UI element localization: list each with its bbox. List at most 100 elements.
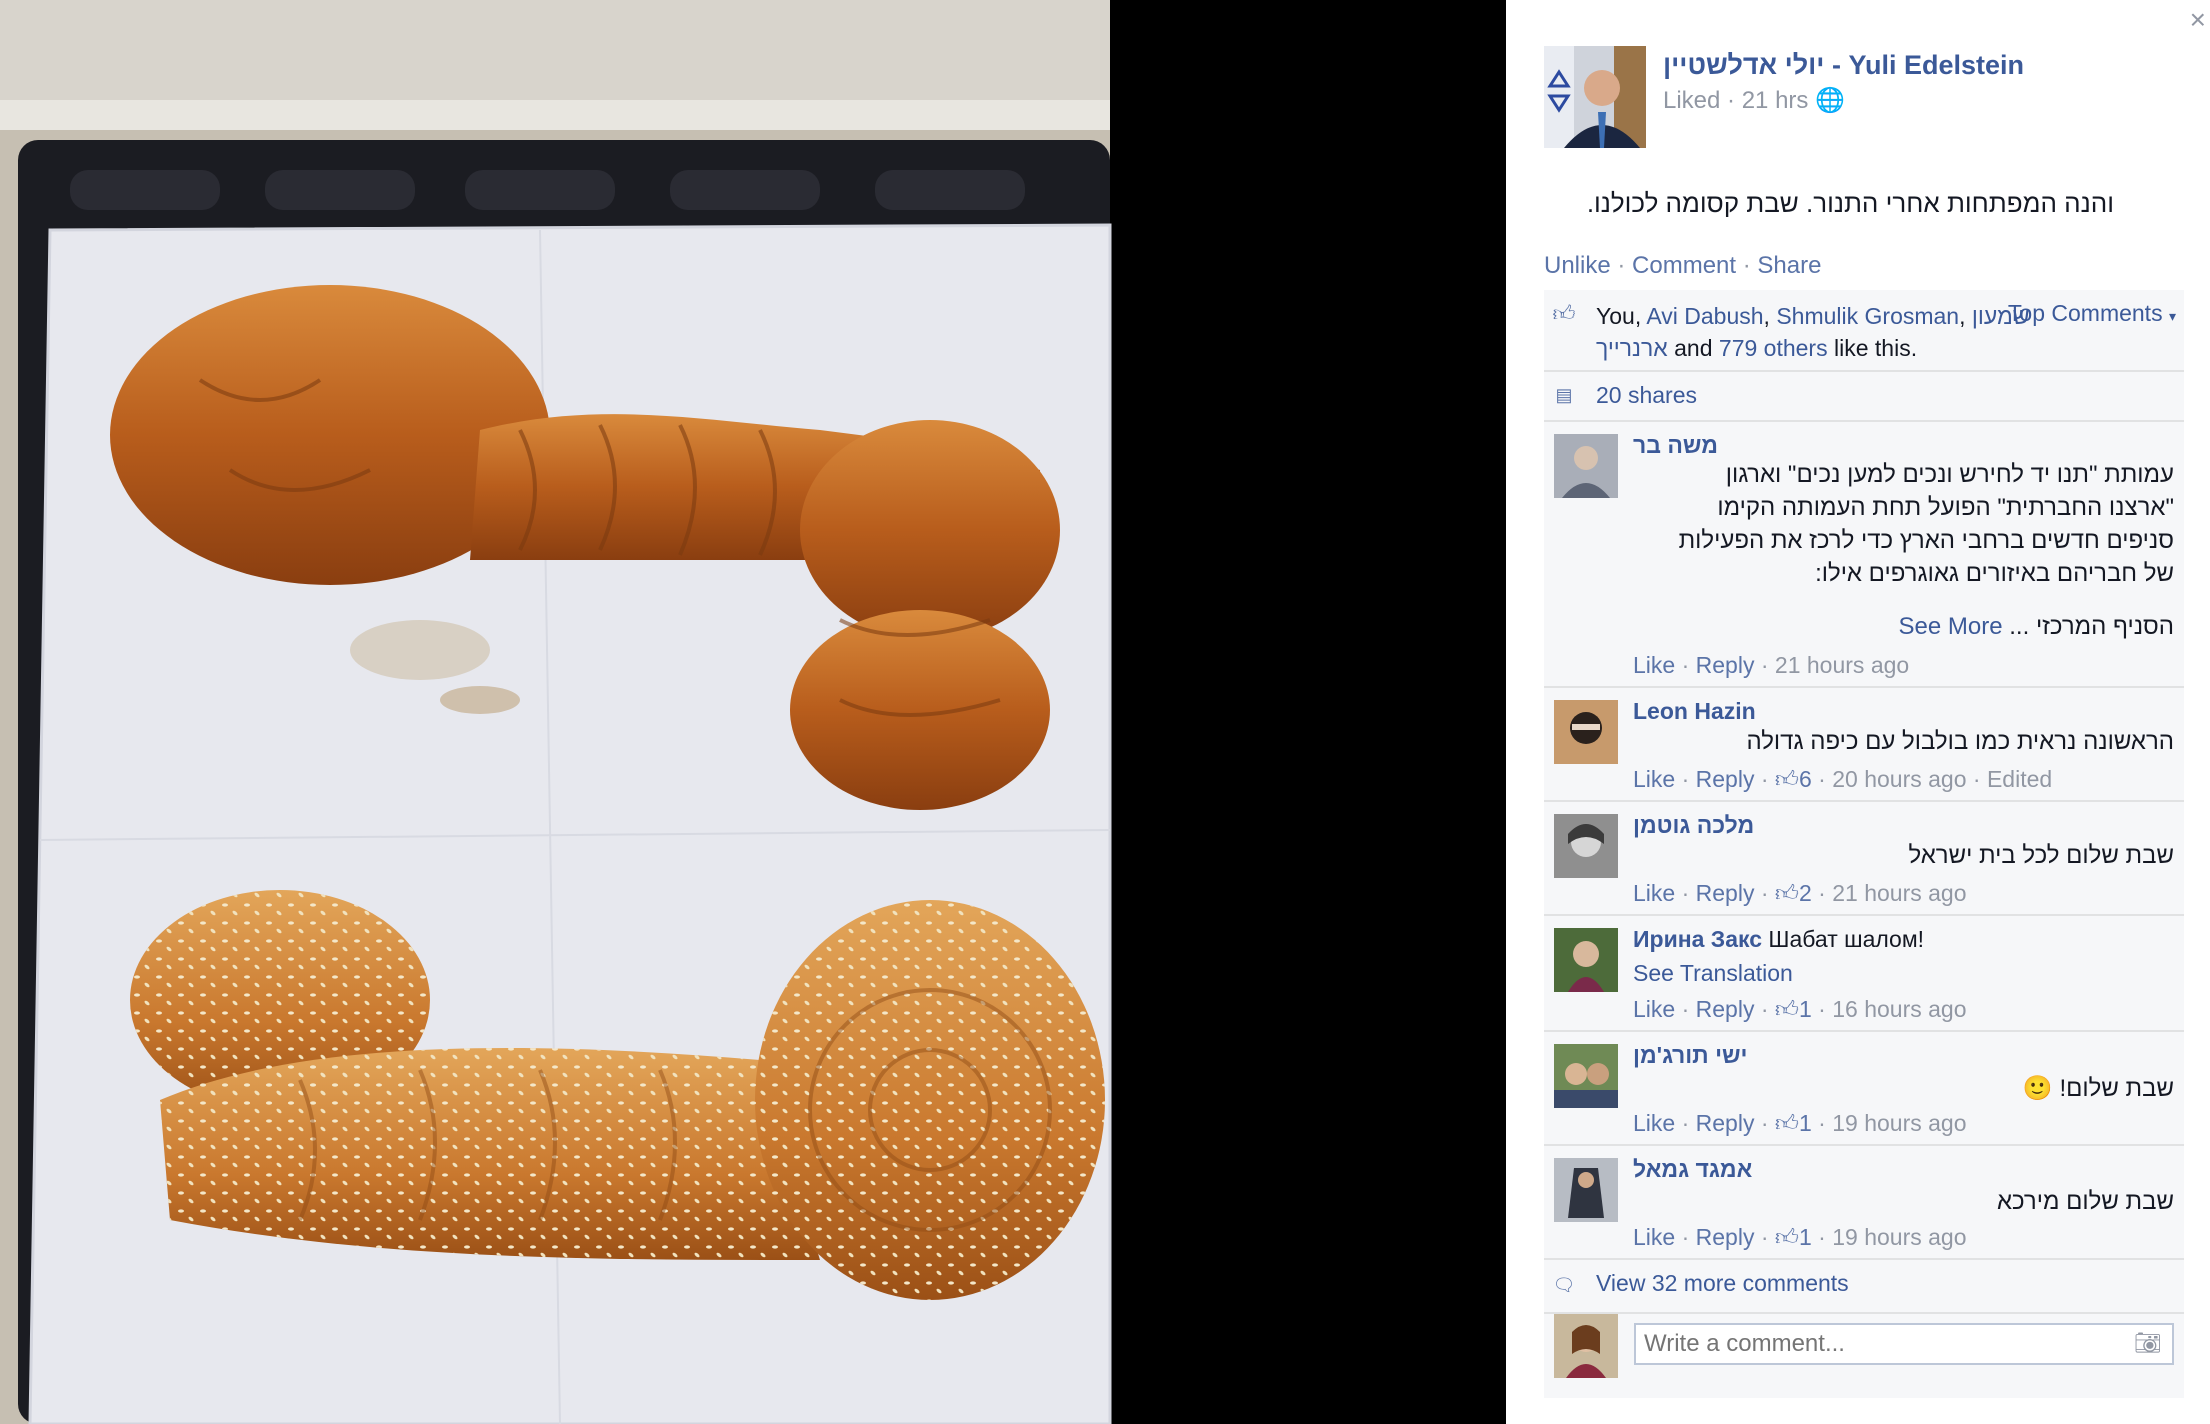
thumbs-up-icon: 👍︎ [1774, 1224, 1799, 1250]
like-link[interactable]: Like [1633, 880, 1675, 906]
comment-likes[interactable]: 👍︎2 [1775, 880, 1812, 906]
others-link[interactable]: 779 others [1719, 335, 1828, 361]
comment-text: Шабат шалом! [1768, 926, 1925, 952]
commenter-avatar[interactable] [1554, 1044, 1618, 1108]
comment-time[interactable]: 19 hours ago [1832, 1224, 1966, 1250]
comment-actions: Like · Reply · 👍︎1 · 16 hours ago [1633, 996, 1967, 1022]
unlike-link[interactable]: Unlike [1544, 252, 1611, 279]
post-text: והנה המפתחות אחרי התנור. שבת קסומה לכולנ… [1586, 188, 2114, 218]
liker-link[interactable]: Avi Dabush [1646, 303, 1763, 329]
post-panel: × יולי אדלשטיין - Yuli Edelstein Liked ·… [1506, 0, 2210, 1424]
thumbs-up-icon: 👍︎ [1774, 880, 1799, 906]
post-author-name[interactable]: יולי אדלשטיין - Yuli Edelstein [1663, 50, 2024, 81]
edited-label[interactable]: Edited [1987, 766, 2052, 792]
comment-likes[interactable]: 👍︎1 [1775, 1224, 1812, 1250]
author-avatar[interactable] [1544, 46, 1646, 148]
liker-link[interactable]: Shmulik [1776, 303, 1858, 329]
comment-item: אמגד גמאל שבת שלום מירכא Like · Reply · … [1544, 1144, 2184, 1258]
liker-link[interactable]: Grosman [1865, 303, 1960, 329]
comment-link[interactable]: Comment [1632, 252, 1736, 279]
likes-summary: You, Avi Dabush, Shmulik Grosman, שמעון … [1596, 303, 2030, 361]
commenter-name[interactable]: ישי תורג'מן [1633, 1042, 1747, 1069]
commenter-avatar[interactable] [1554, 1158, 1618, 1222]
comment-text: שבת שלום לכל בית ישראל [1908, 842, 2174, 869]
comment-time[interactable]: 21 hours ago [1775, 652, 1909, 678]
viewer-photo [1554, 1314, 1618, 1378]
camera-icon[interactable]: 📷︎ [2134, 1330, 2162, 1356]
like-link[interactable]: Like [1633, 652, 1675, 678]
commenter-photo [1554, 434, 1618, 498]
comment-item: מלכה גוטמן שבת שלום לכל בית ישראל Like ·… [1544, 800, 2184, 914]
liked-status: Liked [1663, 87, 1721, 114]
reply-link[interactable]: Reply [1696, 652, 1755, 678]
commenter-avatar[interactable] [1554, 928, 1618, 992]
comment-likes[interactable]: 👍︎6 [1775, 766, 1812, 792]
thumbs-up-icon: 👍︎ [1774, 766, 1799, 792]
smiley-icon: 🙂 [2022, 1075, 2053, 1102]
see-more-link[interactable]: See More [1899, 613, 2003, 640]
commenter-name[interactable]: משה בר [1633, 432, 1718, 459]
comment-time[interactable]: 21 hours ago [1832, 880, 1966, 906]
commenter-name[interactable]: אמגד גמאל [1633, 1156, 1752, 1183]
comment-item: Ирина Закс Шабат шалом! See Translation … [1544, 914, 2184, 1030]
comment-actions: Like · Reply · 👍︎1 · 19 hours ago [1633, 1110, 1967, 1136]
commenter-name[interactable]: Leon Hazin [1633, 698, 1756, 725]
comment-bubble-icon: 🗨︎ [1552, 1275, 1576, 1295]
like-link[interactable]: Like [1633, 1224, 1675, 1250]
comment-time[interactable]: 19 hours ago [1832, 1110, 1966, 1136]
commenter-photo [1554, 1044, 1618, 1108]
feedback-box: 👍︎ You, Avi Dabush, Shmulik Grosman, שמע… [1544, 290, 2184, 1398]
write-comment-row: 📷︎ [1544, 1312, 2184, 1400]
share-link[interactable]: Share [1757, 252, 1821, 279]
comment-likes[interactable]: 👍︎1 [1775, 996, 1812, 1022]
post-actions: Unlike · Comment · Share [1544, 252, 1822, 279]
commenter-avatar[interactable] [1554, 434, 1618, 498]
like-link[interactable]: Like [1633, 996, 1675, 1022]
post-time[interactable]: 21 hrs [1742, 87, 1809, 114]
see-translation-link[interactable]: See Translation [1633, 960, 1793, 987]
shares-link[interactable]: 20 shares [1596, 382, 1697, 409]
share-icon: ▤ [1555, 385, 1573, 405]
commenter-name: Ирина Закс Шабат шалом! [1633, 926, 1924, 953]
comment-actions: Like · Reply · 21 hours ago [1633, 652, 1910, 678]
commenter-photo [1554, 928, 1618, 992]
view-more-row: 🗨︎ View 32 more comments [1544, 1258, 2184, 1312]
comment-actions: Like · Reply · 👍︎2 · 21 hours ago [1633, 880, 1967, 906]
like-link[interactable]: Like [1633, 766, 1675, 792]
comment-item: משה בר עמותת "תנו יד לחירש ונכים למען נכ… [1544, 420, 2184, 686]
thumbs-up-icon: 👍︎ [1774, 1110, 1799, 1136]
thumbs-up-icon: 👍︎ [1774, 996, 1799, 1022]
close-icon[interactable]: × [2190, 6, 2206, 34]
commenter-photo [1554, 814, 1618, 878]
comment-text: שבת שלום מירכא [1996, 1188, 2174, 1215]
comment-text: שבת שלום! 🙂 [2022, 1075, 2174, 1102]
comment-actions: Like · Reply · 👍︎1 · 19 hours ago [1633, 1224, 1967, 1250]
reply-link[interactable]: Reply [1696, 996, 1755, 1022]
shares-row: ▤ 20 shares [1544, 370, 2184, 420]
commenter-avatar[interactable] [1554, 700, 1618, 764]
chevron-down-icon: ▾ [2168, 308, 2176, 324]
reply-link[interactable]: Reply [1696, 766, 1755, 792]
comment-time[interactable]: 20 hours ago [1832, 766, 1966, 792]
like-link[interactable]: Like [1633, 1110, 1675, 1136]
reply-link[interactable]: Reply [1696, 1224, 1755, 1250]
photo-viewer[interactable] [0, 0, 1506, 1424]
comment-likes[interactable]: 👍︎1 [1775, 1110, 1812, 1136]
view-more-comments-link[interactable]: View 32 more comments [1596, 1270, 1849, 1297]
globe-icon: 🌐 [1815, 87, 1845, 114]
commenter-name-link[interactable]: Ирина Закс [1633, 926, 1762, 952]
commenter-photo [1554, 700, 1618, 764]
comment-input[interactable] [1634, 1323, 2174, 1365]
comment-actions: Like · Reply · 👍︎6 · 20 hours ago · Edit… [1633, 766, 2053, 792]
commenter-avatar[interactable] [1554, 814, 1618, 878]
comment-text: הראשונה נראית כמו בולבול עם כיפה גדולה [1746, 728, 2174, 755]
reply-link[interactable]: Reply [1696, 880, 1755, 906]
post-meta: Liked · 21 hrs 🌐 [1663, 87, 1845, 114]
comment-text: עמותת "תנו יד לחירש ונכים למען נכים" ואר… [1678, 461, 2174, 640]
comment-item: Leon Hazin הראשונה נראית כמו בולבול עם כ… [1544, 686, 2184, 800]
commenter-name[interactable]: מלכה גוטמן [1633, 812, 1754, 839]
top-comments-dropdown[interactable]: Top Comments ▾ [2008, 300, 2176, 327]
reply-link[interactable]: Reply [1696, 1110, 1755, 1136]
likes-row: 👍︎ You, Avi Dabush, Shmulik Grosman, שמע… [1544, 290, 2184, 368]
comment-time[interactable]: 16 hours ago [1832, 996, 1966, 1022]
